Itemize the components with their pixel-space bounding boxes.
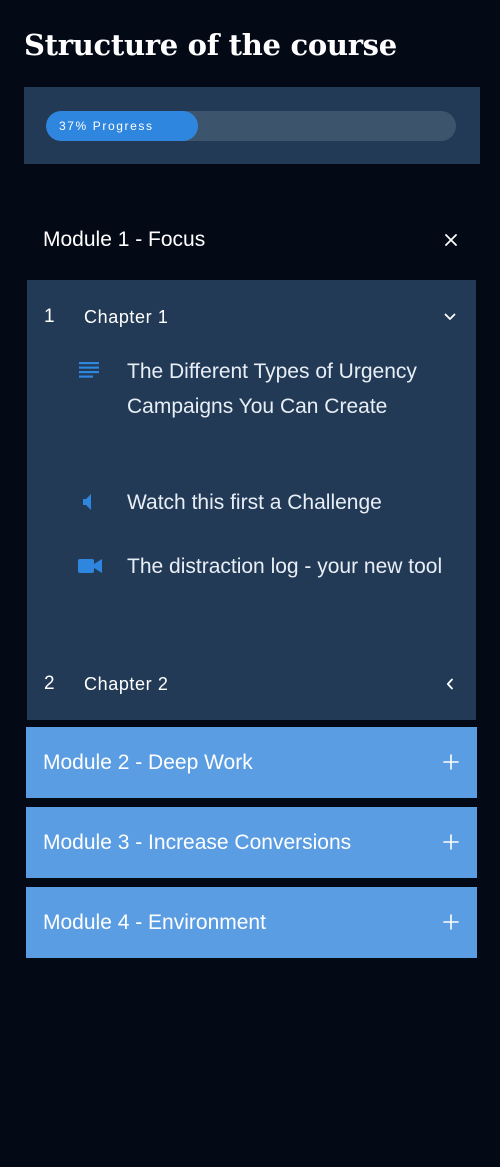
module-4-label: Module 4 - Environment [43, 911, 266, 934]
chapter-label: Chapter 1 [84, 306, 169, 327]
chapter-label: Chapter 2 [84, 673, 169, 694]
module-2-label: Module 2 - Deep Work [43, 751, 253, 774]
chapter-number: 2 [44, 673, 55, 694]
close-icon[interactable] [441, 230, 461, 250]
lesson-item[interactable]: The Different Types of Urgency Campaigns… [77, 355, 457, 459]
module-1-label: Module 1 - Focus [43, 228, 206, 251]
module-3-header[interactable]: Module 3 - Increase Conversions [26, 807, 477, 878]
module-3-label: Module 3 - Increase Conversions [43, 831, 352, 854]
video-camera-icon [77, 556, 103, 576]
speaker-icon [77, 492, 103, 512]
lesson-title: Watch this first a Challenge [127, 491, 382, 514]
plus-icon[interactable] [441, 832, 461, 852]
lesson-title: The distraction log - your new tool [127, 555, 443, 578]
module-4-header[interactable]: Module 4 - Environment [26, 887, 477, 958]
chevron-down-icon[interactable] [440, 307, 460, 327]
chevron-left-icon[interactable] [440, 674, 460, 694]
chapter-number: 1 [44, 306, 55, 327]
text-lines-icon [77, 361, 103, 381]
chapter-2-row[interactable]: 2 Chapter 2 [27, 664, 476, 704]
module-1-header[interactable]: Module 1 - Focus [26, 206, 477, 274]
progress-panel: 37% Progress [24, 87, 480, 164]
plus-icon[interactable] [441, 752, 461, 772]
page-title: Structure of the course [24, 28, 397, 62]
progress-bar: 37% Progress [46, 111, 456, 141]
chapter-1-row[interactable]: 1 Chapter 1 [27, 297, 476, 337]
lesson-item[interactable]: The distraction log - your new tool [77, 550, 457, 620]
lesson-item[interactable]: Watch this first a Challenge [77, 486, 457, 522]
progress-label: 37% Progress [59, 119, 154, 133]
lesson-title: The Different Types of Urgency Campaigns… [127, 360, 417, 418]
module-1-content: 1 Chapter 1 The Different Types of Urgen… [27, 280, 476, 720]
plus-icon[interactable] [441, 912, 461, 932]
module-2-header[interactable]: Module 2 - Deep Work [26, 727, 477, 798]
